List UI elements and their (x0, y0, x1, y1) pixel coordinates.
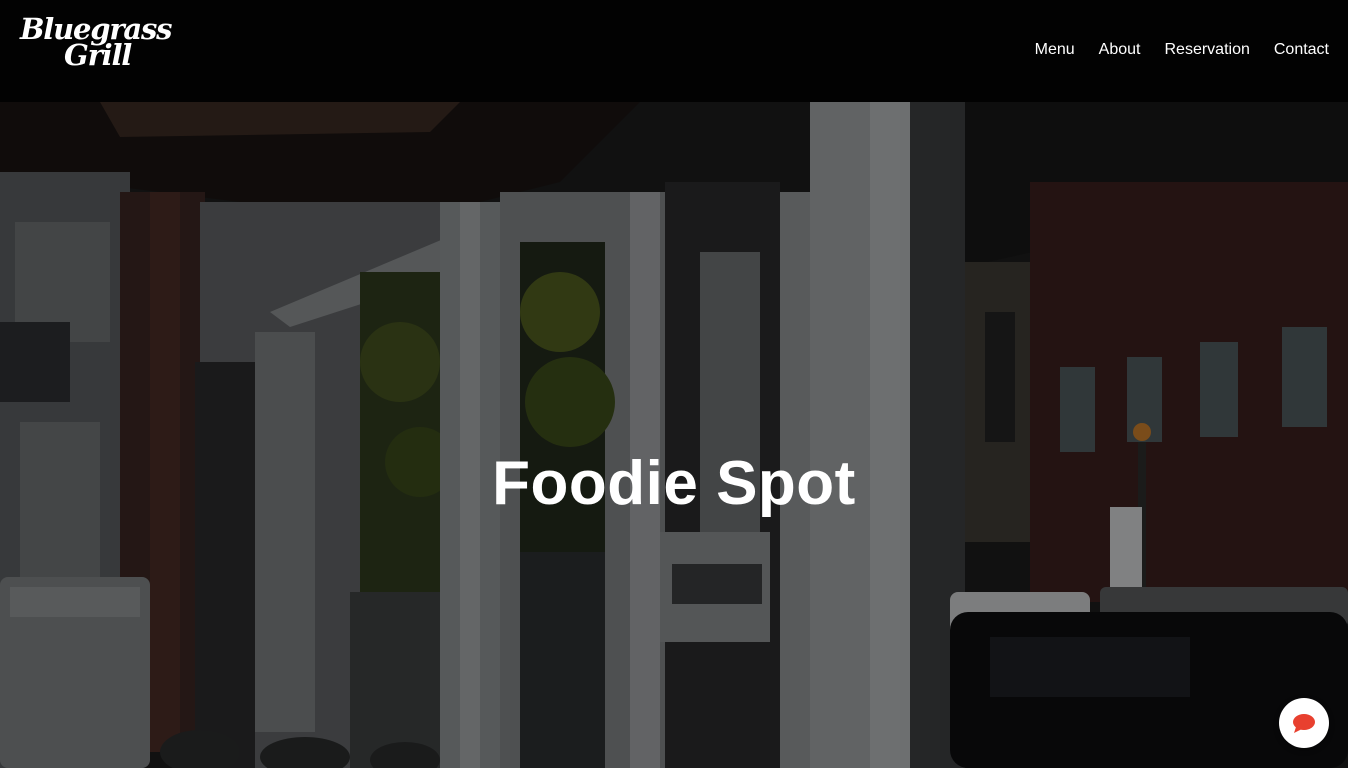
hero-background-image (0, 102, 1348, 768)
hero-section: Foodie Spot (0, 102, 1348, 768)
nav-contact-link[interactable]: Contact (1274, 40, 1329, 60)
site-header: Bluegrass Grill Menu About Reservation C… (0, 0, 1348, 102)
hero-title: Foodie Spot (492, 449, 856, 518)
nav-menu-link[interactable]: Menu (1035, 40, 1075, 60)
logo-line-2: Grill (64, 38, 132, 72)
main-nav: Menu About Reservation Contact (1035, 40, 1329, 60)
nav-reservation-link[interactable]: Reservation (1164, 40, 1249, 60)
nav-about-link[interactable]: About (1099, 40, 1141, 60)
bluegrass-grill-logo[interactable]: Bluegrass Grill (18, 15, 178, 76)
chat-button[interactable] (1279, 698, 1329, 748)
chat-bubble-icon (1293, 714, 1315, 733)
